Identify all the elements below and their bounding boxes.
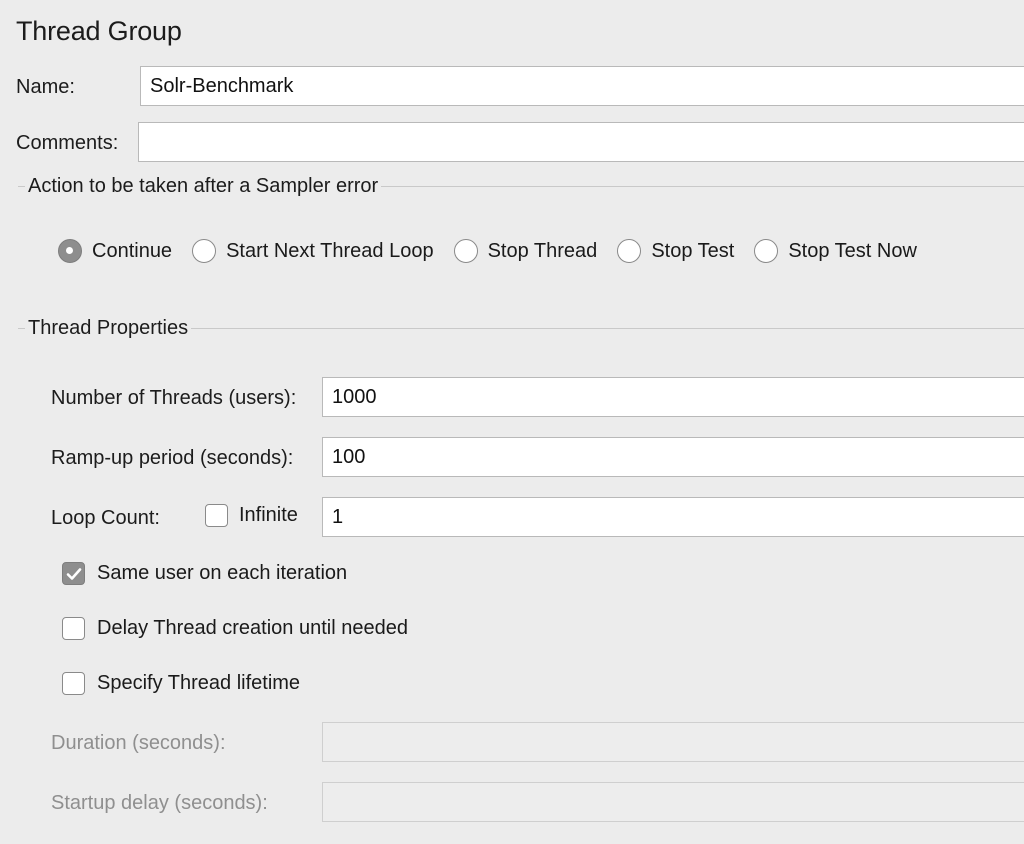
infinite-label: Infinite: [239, 504, 298, 526]
same-user-option[interactable]: Same user on each iteration: [62, 562, 347, 585]
name-label: Name:: [16, 76, 75, 98]
radio-stop-thread[interactable]: Stop Thread: [453, 233, 598, 269]
loop-count-input[interactable]: 1: [322, 497, 1024, 537]
ramp-up-input[interactable]: 100: [322, 437, 1024, 477]
startup-delay-input[interactable]: [322, 782, 1024, 822]
delay-creation-checkbox[interactable]: [62, 617, 85, 640]
radio-continue-label: Continue: [92, 239, 173, 262]
radio-start-next-thread-loop-label: Start Next Thread Loop: [226, 239, 434, 262]
delay-creation-option[interactable]: Delay Thread creation until needed: [62, 617, 408, 640]
radio-start-next-thread-loop[interactable]: Start Next Thread Loop: [192, 233, 434, 269]
comments-input[interactable]: [138, 122, 1024, 162]
startup-delay-label: Startup delay (seconds):: [51, 792, 268, 814]
comments-label: Comments:: [16, 132, 119, 154]
radio-button[interactable]: [192, 239, 217, 263]
checkmark-icon: [66, 567, 81, 580]
delay-creation-label: Delay Thread creation until needed: [97, 617, 408, 639]
num-threads-label: Number of Threads (users):: [51, 387, 297, 409]
radio-stop-thread-label: Stop Thread: [487, 239, 598, 262]
radio-stop-test-label: Stop Test: [651, 239, 735, 262]
radio-button[interactable]: [754, 239, 779, 263]
radio-button[interactable]: [617, 239, 642, 263]
name-input[interactable]: Solr-Benchmark: [140, 66, 1024, 106]
radio-button[interactable]: [453, 239, 478, 263]
radio-button-selected[interactable]: [58, 239, 82, 263]
same-user-checkbox[interactable]: [62, 562, 85, 585]
radio-stop-test-now-label: Stop Test Now: [788, 239, 917, 262]
loop-count-label: Loop Count:: [51, 507, 160, 529]
ramp-up-label: Ramp-up period (seconds):: [51, 447, 294, 469]
page-title: Thread Group: [16, 16, 182, 46]
num-threads-input[interactable]: 1000: [322, 377, 1024, 417]
specify-lifetime-checkbox[interactable]: [62, 672, 85, 695]
infinite-checkbox[interactable]: [205, 504, 228, 527]
specify-lifetime-label: Specify Thread lifetime: [97, 672, 301, 694]
duration-label: Duration (seconds):: [51, 732, 226, 754]
radio-stop-test[interactable]: Stop Test: [617, 233, 734, 269]
sampler-error-radio-group: Continue Start Next Thread Loop Stop Thr…: [58, 233, 917, 269]
radio-continue[interactable]: Continue: [58, 233, 172, 269]
same-user-label: Same user on each iteration: [97, 562, 348, 584]
specify-lifetime-option[interactable]: Specify Thread lifetime: [62, 672, 300, 695]
thread-properties-group-title: Thread Properties: [25, 317, 192, 340]
duration-input[interactable]: [322, 722, 1024, 762]
infinite-checkbox-option[interactable]: Infinite: [205, 504, 298, 527]
radio-stop-test-now[interactable]: Stop Test Now: [754, 233, 917, 269]
sampler-error-group-title: Action to be taken after a Sampler error: [25, 175, 382, 198]
